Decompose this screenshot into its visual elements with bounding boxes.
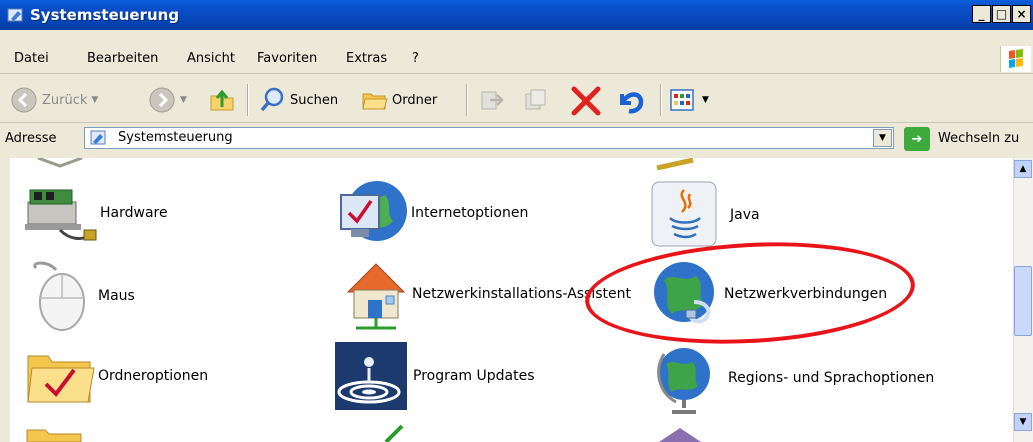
go-button[interactable]: ➔ xyxy=(904,127,930,151)
views-button[interactable]: ▼ xyxy=(668,86,709,114)
move-to-button[interactable] xyxy=(478,86,506,114)
minimize-button[interactable]: _ xyxy=(972,5,991,23)
forward-arrow-icon xyxy=(149,87,175,113)
undo-button[interactable] xyxy=(614,86,646,116)
delete-button[interactable] xyxy=(570,86,602,116)
item-label: Internetoptionen xyxy=(411,205,529,221)
item-internetoptionen[interactable]: Internetoptionen xyxy=(335,177,528,249)
item-maus[interactable]: Maus xyxy=(22,258,135,334)
hardware-icon xyxy=(25,189,97,241)
move-to-icon xyxy=(481,91,504,110)
title-bar: Systemsteuerung _ □ × xyxy=(0,0,1033,30)
toolbar-separator xyxy=(466,84,468,116)
partial-folder-icon xyxy=(26,429,82,442)
control-panel-icon xyxy=(7,8,23,22)
search-button[interactable]: Suchen xyxy=(258,86,338,114)
back-button[interactable]: Zurück ▼ xyxy=(10,86,98,114)
menu-favoriten[interactable]: Favoriten xyxy=(257,51,317,66)
control-panel-icon xyxy=(90,130,106,145)
mouse-icon xyxy=(33,261,85,331)
address-value: Systemsteuerung xyxy=(118,130,233,145)
address-dropdown-button[interactable]: ▼ xyxy=(873,129,892,147)
back-arrow-icon xyxy=(11,87,37,113)
folders-icon xyxy=(362,93,388,110)
partial-icon xyxy=(659,428,701,442)
menu-ansicht[interactable]: Ansicht xyxy=(187,51,235,66)
search-icon xyxy=(260,87,284,112)
folders-button[interactable]: Ordner xyxy=(360,86,437,114)
up-folder-button[interactable] xyxy=(208,86,236,114)
item-java[interactable]: Java xyxy=(650,180,760,250)
views-icon xyxy=(670,89,694,111)
scroll-down-button[interactable]: ▼ xyxy=(1014,413,1032,431)
toolbar-separator xyxy=(660,84,662,116)
item-regions-und-sprachoptionen[interactable]: Regions- und Sprachoptionen xyxy=(650,340,934,416)
forward-dropdown-icon[interactable]: ▼ xyxy=(180,95,187,105)
folder-options-icon xyxy=(27,355,95,403)
item-label: Ordneroptionen xyxy=(98,368,209,384)
menu-help[interactable]: ? xyxy=(412,51,419,66)
item-ordneroptionen[interactable]: Ordneroptionen xyxy=(22,344,208,408)
item-label: Hardware xyxy=(100,205,168,221)
java-icon xyxy=(651,181,717,247)
partial-icon xyxy=(37,158,83,168)
up-folder-icon xyxy=(210,89,234,111)
forward-button[interactable]: ▼ xyxy=(148,86,187,114)
menu-datei[interactable]: Datei xyxy=(14,51,49,66)
window-title: Systemsteuerung xyxy=(30,6,180,24)
partial-icon xyxy=(384,424,404,442)
network-setup-icon xyxy=(346,263,406,330)
window-controls: _ □ × xyxy=(972,5,1031,23)
close-button[interactable]: × xyxy=(1012,5,1031,23)
menu-extras[interactable]: Extras xyxy=(346,51,387,66)
item-label: Java xyxy=(730,207,760,223)
program-updates-icon xyxy=(335,342,407,410)
copy-to-button[interactable] xyxy=(522,86,550,114)
scroll-thumb[interactable] xyxy=(1014,266,1032,336)
regional-options-icon xyxy=(657,348,710,414)
toolbar-separator xyxy=(247,84,249,116)
windows-logo xyxy=(1000,46,1031,72)
address-label: Adresse xyxy=(5,131,57,146)
menu-bearbeiten[interactable]: Bearbeiten xyxy=(87,51,158,66)
item-label: Maus xyxy=(98,288,135,304)
folders-label: Ordner xyxy=(392,92,438,108)
search-label: Suchen xyxy=(290,92,339,108)
item-hardware[interactable]: Hardware xyxy=(20,180,168,246)
delete-x-icon xyxy=(571,86,601,116)
copy-to-icon xyxy=(525,89,546,110)
views-dropdown-icon[interactable]: ▼ xyxy=(702,95,709,105)
item-program-updates[interactable]: Program Updates xyxy=(335,342,535,410)
scroll-up-button[interactable]: ▲ xyxy=(1014,160,1032,178)
back-dropdown-icon[interactable]: ▼ xyxy=(91,95,98,105)
go-label[interactable]: Wechseln zu xyxy=(938,131,1019,146)
item-label: Regions- und Sprachoptionen xyxy=(728,370,935,386)
internet-options-icon xyxy=(340,181,407,241)
undo-icon xyxy=(620,92,644,114)
item-label: Program Updates xyxy=(413,368,535,384)
maximize-button[interactable]: □ xyxy=(992,5,1011,23)
go-arrow-icon: ➔ xyxy=(911,131,923,147)
windows-flag-icon xyxy=(1009,49,1023,68)
back-label: Zurück xyxy=(42,92,88,108)
partial-icon xyxy=(656,158,694,170)
